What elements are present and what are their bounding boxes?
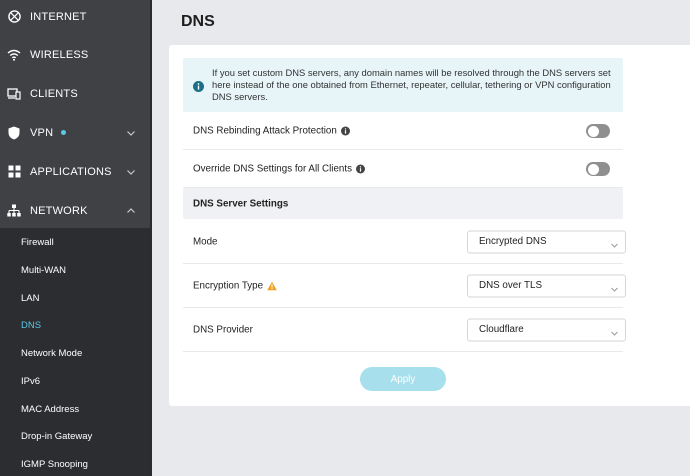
section-header-text: DNS Server Settings <box>193 198 289 209</box>
dns-provider-row: DNS Provider Cloudflare <box>183 308 626 352</box>
apply-button[interactable]: Apply <box>360 367 446 391</box>
encryption-type-select[interactable]: DNS over TLS <box>467 274 626 297</box>
rebinding-protection-text: DNS Rebinding Attack Protection <box>193 125 337 137</box>
chevron-down-icon[interactable] <box>126 128 136 138</box>
toggle-knob <box>587 125 599 137</box>
sidebar: INTERNET WIRELESS CLIENTS VPN APPLICATIO… <box>0 0 150 476</box>
shield-icon <box>7 126 21 140</box>
dns-provider-label: DNS Provider <box>193 324 253 335</box>
submenu-item-mac-address[interactable]: MAC Address <box>21 404 79 415</box>
sidebar-item-label: INTERNET <box>30 10 87 23</box>
network-submenu: Firewall Multi-WAN LAN DNS Network Mode … <box>0 228 150 476</box>
network-tree-icon <box>7 204 21 218</box>
info-banner-text: If you set custom DNS servers, any domai… <box>212 67 611 102</box>
encryption-type-select-value: DNS over TLS <box>479 280 542 291</box>
warning-icon[interactable] <box>267 281 277 290</box>
chevron-down-icon <box>610 325 619 336</box>
mode-select[interactable]: Encrypted DNS <box>467 230 626 253</box>
encryption-type-text: Encryption Type <box>193 280 264 291</box>
vpn-status-dot <box>61 130 67 135</box>
dns-provider-select-value: Cloudflare <box>479 324 524 335</box>
sidebar-item-label: WIRELESS <box>30 48 89 61</box>
dns-settings-card: If you set custom DNS servers, any domai… <box>169 45 690 406</box>
apps-grid-icon <box>7 165 21 179</box>
mode-label-text: Mode <box>193 236 218 247</box>
submenu-item-drop-in-gateway[interactable]: Drop-in Gateway <box>21 431 92 442</box>
wifi-icon <box>7 48 21 62</box>
submenu-item-lan[interactable]: LAN <box>21 293 39 304</box>
submenu-item-multi-wan[interactable]: Multi-WAN <box>21 265 66 276</box>
dns-server-settings-header: DNS Server Settings <box>183 188 623 219</box>
sidebar-item-label: CLIENTS <box>30 87 78 100</box>
dns-provider-select[interactable]: Cloudflare <box>467 318 626 341</box>
rebinding-protection-row: DNS Rebinding Attack Protection <box>183 113 623 150</box>
chevron-down-icon <box>610 237 619 248</box>
chevron-down-icon <box>610 281 619 292</box>
submenu-item-network-mode[interactable]: Network Mode <box>21 348 82 359</box>
override-dns-label: Override DNS Settings for All Clients <box>193 164 365 175</box>
sidebar-item-vpn[interactable]: VPN <box>0 113 150 152</box>
sidebar-item-label: VPN <box>30 126 54 139</box>
submenu-item-igmp-snooping[interactable]: IGMP Snooping <box>21 459 88 470</box>
page-title: DNS <box>181 13 215 30</box>
mode-row: Mode Encrypted DNS <box>183 220 626 264</box>
toggle-knob <box>587 163 599 175</box>
sidebar-divider <box>150 0 152 476</box>
info-icon[interactable] <box>355 164 365 174</box>
submenu-item-ipv6[interactable]: IPv6 <box>21 376 40 387</box>
sidebar-item-label: NETWORK <box>30 204 88 217</box>
sidebar-item-network[interactable]: NETWORK <box>0 191 150 230</box>
override-dns-text: Override DNS Settings for All Clients <box>193 163 352 175</box>
devices-icon <box>7 87 21 101</box>
info-banner: If you set custom DNS servers, any domai… <box>183 58 623 112</box>
chevron-up-icon[interactable] <box>126 206 136 216</box>
encryption-type-row: Encryption Type DNS over TLS <box>183 264 626 308</box>
info-icon <box>193 79 204 92</box>
globe-icon <box>7 10 21 24</box>
chevron-down-icon[interactable] <box>126 167 136 177</box>
info-icon[interactable] <box>340 126 350 136</box>
override-dns-toggle[interactable] <box>586 162 610 176</box>
mode-label: Mode <box>193 236 218 247</box>
rebinding-protection-label: DNS Rebinding Attack Protection <box>193 126 350 137</box>
sidebar-item-wireless[interactable]: WIRELESS <box>0 35 150 74</box>
submenu-item-firewall[interactable]: Firewall <box>21 237 54 248</box>
sidebar-item-clients[interactable]: CLIENTS <box>0 74 150 113</box>
override-dns-row: Override DNS Settings for All Clients <box>183 151 623 188</box>
submenu-item-dns[interactable]: DNS <box>21 320 41 331</box>
sidebar-item-label: APPLICATIONS <box>30 165 112 178</box>
rebinding-protection-toggle[interactable] <box>586 124 610 138</box>
sidebar-item-applications[interactable]: APPLICATIONS <box>0 152 150 191</box>
mode-select-value: Encrypted DNS <box>479 236 547 247</box>
encryption-type-label: Encryption Type <box>193 280 277 291</box>
dns-provider-text: DNS Provider <box>193 324 253 335</box>
sidebar-item-internet[interactable]: INTERNET <box>0 0 150 36</box>
